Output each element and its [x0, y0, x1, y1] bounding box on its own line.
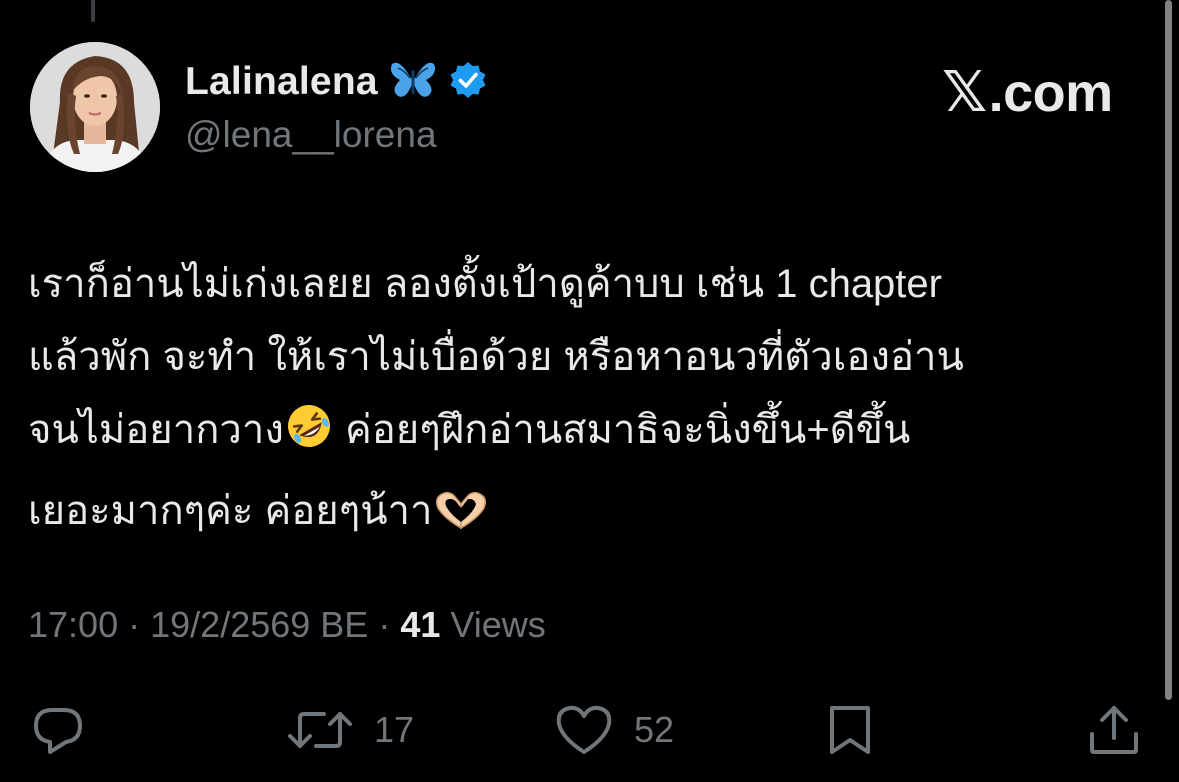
heart-hands-emoji-icon	[432, 483, 490, 556]
like-count: 52	[634, 709, 675, 750]
share-button[interactable]	[1086, 700, 1142, 760]
brand-domain: .com	[988, 63, 1114, 123]
retweet-button[interactable]: 17	[286, 700, 414, 760]
butterfly-icon	[390, 60, 436, 105]
tweet-text: เราก็อ่านไม่เก่งเลยย ลองตั้งเป้าดูค้าบบ …	[28, 248, 1148, 556]
like-button[interactable]: 52	[554, 700, 674, 760]
tweet-time[interactable]: 17:00	[28, 604, 118, 645]
meta-separator: ·	[378, 604, 391, 645]
bookmark-button[interactable]	[824, 700, 876, 760]
retweet-count: 17	[374, 709, 415, 750]
tweet-line-2: แล้วพัก จะทำ ให้เราไม่เบื่อด้วย หรือหาอน…	[28, 335, 964, 379]
tweet-meta: 17:00 · 19/2/2569 BE · 41 Views	[28, 604, 546, 646]
reply-icon	[30, 702, 86, 758]
bookmark-icon	[824, 702, 876, 758]
rolling-on-floor-laughing-emoji-icon	[284, 401, 334, 475]
scrollbar-thumb[interactable]	[1165, 0, 1172, 700]
retweet-icon	[286, 702, 354, 758]
heart-icon	[554, 702, 614, 758]
reply-button[interactable]	[30, 700, 86, 760]
avatar-image	[30, 42, 160, 172]
author-name-row[interactable]: Lalinalena	[185, 56, 488, 108]
x-com-watermark: 𝕏 .com	[942, 60, 1113, 125]
tweet-action-bar: 17 52	[0, 700, 1179, 760]
tweet-line-5: เยอะมากๆค่ะ ค่อยๆน้าา	[28, 489, 433, 533]
meta-separator: ·	[128, 604, 141, 645]
verified-badge-icon[interactable]	[448, 60, 488, 105]
avatar[interactable]	[30, 42, 160, 172]
tweet-date[interactable]: 19/2/2569 BE	[150, 604, 368, 645]
thread-connector-line	[91, 0, 95, 22]
tweet-line-3: จนไม่อยากวาง	[28, 408, 284, 452]
views-label: Views	[450, 604, 546, 645]
x-logo-icon: 𝕏	[942, 60, 987, 125]
tweet-line-1: เราก็อ่านไม่เก่งเลยย ลองตั้งเป้าดูค้าบบ …	[28, 262, 942, 306]
views-count: 41	[400, 604, 441, 645]
scrollbar[interactable]	[1159, 0, 1179, 782]
tweet-line-4: ค่อยๆฝึกอ่านสมาธิจะนิ่งขึ้น+ดีขึ้น	[344, 408, 911, 452]
display-name[interactable]: Lalinalena	[185, 60, 378, 104]
share-icon	[1086, 702, 1142, 758]
author-handle[interactable]: @lena__lorena	[185, 114, 437, 156]
